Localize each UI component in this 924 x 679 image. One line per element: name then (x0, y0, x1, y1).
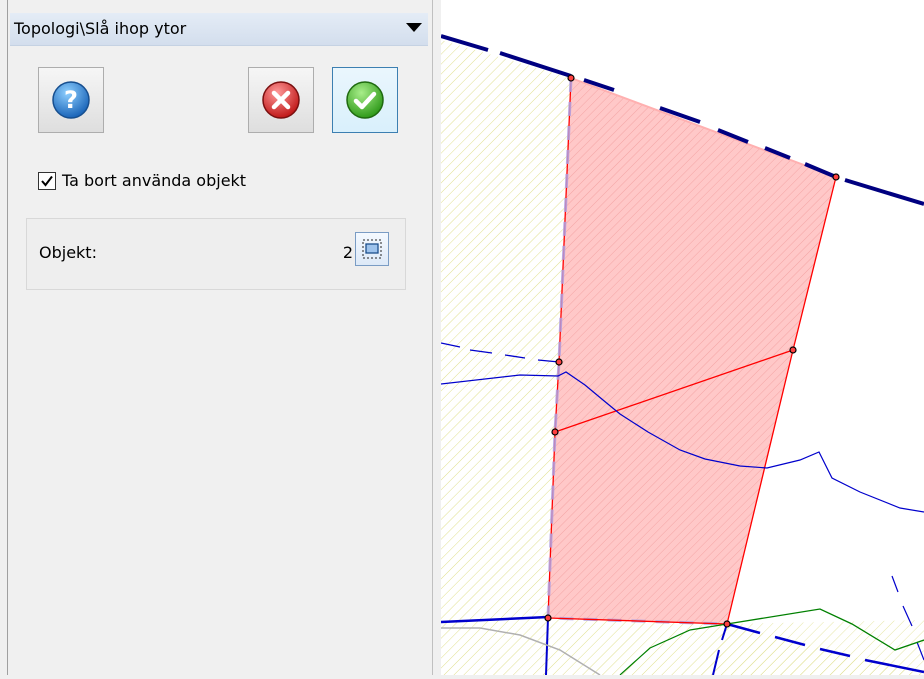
window-frame-border (0, 0, 8, 675)
map-view[interactable] (440, 0, 924, 676)
question-mark-icon: ? (52, 81, 90, 119)
objekt-count: 2 (342, 243, 353, 262)
select-objects-button[interactable] (355, 232, 389, 266)
panel-header[interactable]: Topologi\Slå ihop ytor (10, 13, 428, 46)
svg-text:?: ? (64, 86, 78, 114)
panel-title: Topologi\Slå ihop ytor (14, 19, 187, 38)
ok-button[interactable] (332, 67, 398, 133)
select-window-icon (362, 239, 382, 259)
checkbox-label: Ta bort använda objekt (62, 171, 247, 190)
green-checkmark-icon (346, 81, 384, 119)
triangle-down-icon[interactable] (406, 23, 422, 32)
objekt-group: Objekt: 2 (26, 218, 406, 290)
cancel-button[interactable] (248, 67, 314, 133)
map-canvas (440, 34, 924, 676)
red-x-icon (262, 81, 300, 119)
help-button[interactable]: ? (38, 67, 104, 133)
objekt-label: Objekt: (39, 243, 97, 262)
remove-used-objects-checkbox[interactable] (38, 172, 56, 190)
checkmark-icon (41, 175, 53, 187)
tool-panel: Topologi\Slå ihop ytor ? Ta bort använda… (8, 0, 432, 675)
